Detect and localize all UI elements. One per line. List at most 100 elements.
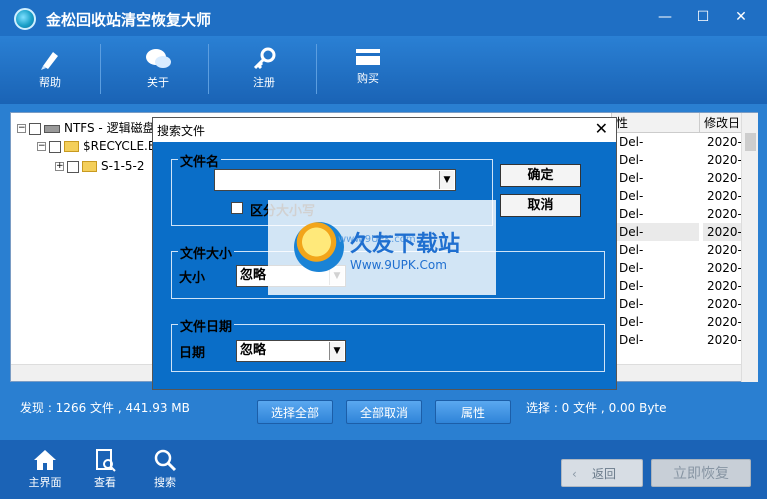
- attr-cell[interactable]: Del-: [615, 205, 699, 223]
- tree-node-ntfs[interactable]: − NTFS - 逻辑磁盘: [17, 119, 155, 137]
- close-button[interactable]: ✕: [726, 6, 756, 28]
- attr-cell[interactable]: Del-: [615, 295, 699, 313]
- drive-icon: [44, 124, 60, 133]
- toolbar-divider: [208, 44, 209, 94]
- date-cell[interactable]: 2020-: [703, 169, 741, 187]
- toolbar-about-label: 关于: [147, 76, 169, 89]
- filename-combobox[interactable]: ▼: [214, 169, 456, 191]
- attr-cell[interactable]: Del-: [615, 223, 699, 241]
- date-cell[interactable]: 2020-: [703, 241, 741, 259]
- title-bar: 金松回收站清空恢复大师 — ☐ ✕: [0, 0, 767, 36]
- attr-cell[interactable]: Del-: [615, 187, 699, 205]
- chat-bubbles-icon: [146, 49, 171, 68]
- tree-node-recycle[interactable]: − $RECYCLE.BIN: [37, 137, 169, 155]
- bottom-bar: 主界面 查看 搜索 ‹ 返回 立即恢复: [0, 440, 767, 499]
- attr-cell[interactable]: Del-: [615, 133, 699, 151]
- toolbar-help-button[interactable]: 帮助: [20, 42, 80, 98]
- tree-label: S-1-5-2: [101, 159, 145, 173]
- date-cell[interactable]: 2020-: [703, 223, 741, 241]
- back-label: 返回: [592, 467, 617, 481]
- attr-cell[interactable]: Del-: [615, 259, 699, 277]
- watermark: www.9UPK.com 久友下载站 Www.9UPK.Com: [268, 200, 496, 295]
- card-icon: [356, 49, 380, 65]
- chevron-down-icon[interactable]: ▼: [439, 171, 454, 189]
- chevron-left-icon: ‹: [572, 467, 577, 481]
- column-header-date[interactable]: 修改日: [699, 113, 741, 133]
- date-label: 日期: [179, 346, 206, 361]
- attr-cell[interactable]: Del-: [615, 169, 699, 187]
- folder-icon: [64, 141, 79, 152]
- date-combobox[interactable]: 忽略 ▼: [236, 340, 346, 362]
- attr-cell[interactable]: Del-: [615, 277, 699, 295]
- watermark-url: Www.9UPK.Com: [350, 258, 447, 272]
- app-logo-icon: [14, 8, 36, 30]
- scroll-thumb[interactable]: [745, 133, 756, 151]
- collapse-icon[interactable]: −: [37, 142, 46, 151]
- minimize-button[interactable]: —: [650, 6, 680, 28]
- recover-button[interactable]: 立即恢复: [651, 459, 751, 487]
- date-cell[interactable]: 2020-: [703, 187, 741, 205]
- size-label: 大小: [179, 271, 206, 286]
- tree-node-sid[interactable]: + S-1-5-2: [55, 157, 145, 175]
- attr-cell[interactable]: Del-: [615, 331, 699, 349]
- selected-status: 选择 : 0 文件 , 0.00 Byte: [526, 401, 667, 415]
- nav-home[interactable]: 主界面: [20, 448, 70, 490]
- tree-label: NTFS - 逻辑磁盘: [64, 121, 155, 135]
- date-cell[interactable]: 2020-: [703, 205, 741, 223]
- dialog-close-icon[interactable]: ✕: [595, 119, 608, 138]
- chevron-down-icon[interactable]: ▼: [329, 342, 344, 360]
- tree-checkbox[interactable]: [29, 122, 41, 135]
- date-group-label: 文件日期: [178, 316, 235, 335]
- maximize-button[interactable]: ☐: [688, 6, 718, 28]
- expand-icon[interactable]: +: [55, 162, 64, 171]
- found-status: 发现 : 1266 文件 , 441.93 MB: [20, 401, 190, 415]
- attr-cell[interactable]: Del-: [615, 241, 699, 259]
- date-column: 2020- 2020- 2020- 2020- 2020- 2020- 2020…: [703, 133, 741, 349]
- key-icon: [253, 47, 276, 70]
- nav-view[interactable]: 查看: [80, 448, 130, 490]
- dialog-title-bar: 搜索文件 ✕: [153, 118, 616, 142]
- toolbar: 帮助 关于 注册 购买: [0, 36, 767, 104]
- attr-cell[interactable]: Del-: [615, 313, 699, 331]
- case-sensitive-checkbox[interactable]: [231, 202, 243, 214]
- select-all-button[interactable]: 选择全部: [257, 400, 333, 424]
- attr-column: Del- Del- Del- Del- Del- Del- Del- Del- …: [615, 133, 699, 349]
- back-button[interactable]: ‹ 返回: [561, 459, 643, 487]
- collapse-icon[interactable]: −: [17, 124, 26, 133]
- toolbar-about-button[interactable]: 关于: [128, 42, 188, 98]
- tree-checkbox[interactable]: [67, 160, 79, 173]
- watermark-title: 久友下载站: [350, 231, 461, 257]
- nav-search-label: 搜索: [154, 476, 176, 489]
- folder-icon: [82, 161, 97, 172]
- date-cell[interactable]: 2020-: [703, 151, 741, 169]
- nav-search[interactable]: 搜索: [140, 448, 190, 490]
- search-icon: [154, 449, 177, 472]
- pen-icon: [41, 52, 58, 70]
- size-group-label: 文件大小: [178, 243, 235, 262]
- column-header-attr[interactable]: 性: [611, 113, 699, 133]
- deselect-all-button[interactable]: 全部取消: [346, 400, 422, 424]
- nav-home-label: 主界面: [28, 476, 62, 489]
- date-cell[interactable]: 2020-: [703, 133, 741, 151]
- toolbar-buy-button[interactable]: 购买: [338, 42, 398, 98]
- vertical-scrollbar[interactable]: [741, 113, 758, 382]
- tree-checkbox[interactable]: [49, 140, 61, 153]
- date-cell[interactable]: 2020-: [703, 277, 741, 295]
- view-icon: [96, 449, 116, 472]
- dialog-title: 搜索文件: [157, 124, 206, 138]
- nav-view-label: 查看: [94, 476, 116, 489]
- app-title: 金松回收站清空恢复大师: [46, 11, 212, 29]
- date-cell[interactable]: 2020-: [703, 259, 741, 277]
- date-cell[interactable]: 2020-: [703, 331, 741, 349]
- toolbar-help-label: 帮助: [39, 76, 61, 89]
- toolbar-buy-label: 购买: [357, 72, 379, 85]
- ok-button[interactable]: 确定: [500, 164, 581, 187]
- filename-group-label: 文件名: [178, 151, 222, 170]
- cancel-button[interactable]: 取消: [500, 194, 581, 217]
- toolbar-register-button[interactable]: 注册: [234, 42, 294, 98]
- date-cell[interactable]: 2020-: [703, 295, 741, 313]
- attr-cell[interactable]: Del-: [615, 151, 699, 169]
- toolbar-divider: [316, 44, 317, 94]
- properties-button[interactable]: 属性: [435, 400, 511, 424]
- date-cell[interactable]: 2020-: [703, 313, 741, 331]
